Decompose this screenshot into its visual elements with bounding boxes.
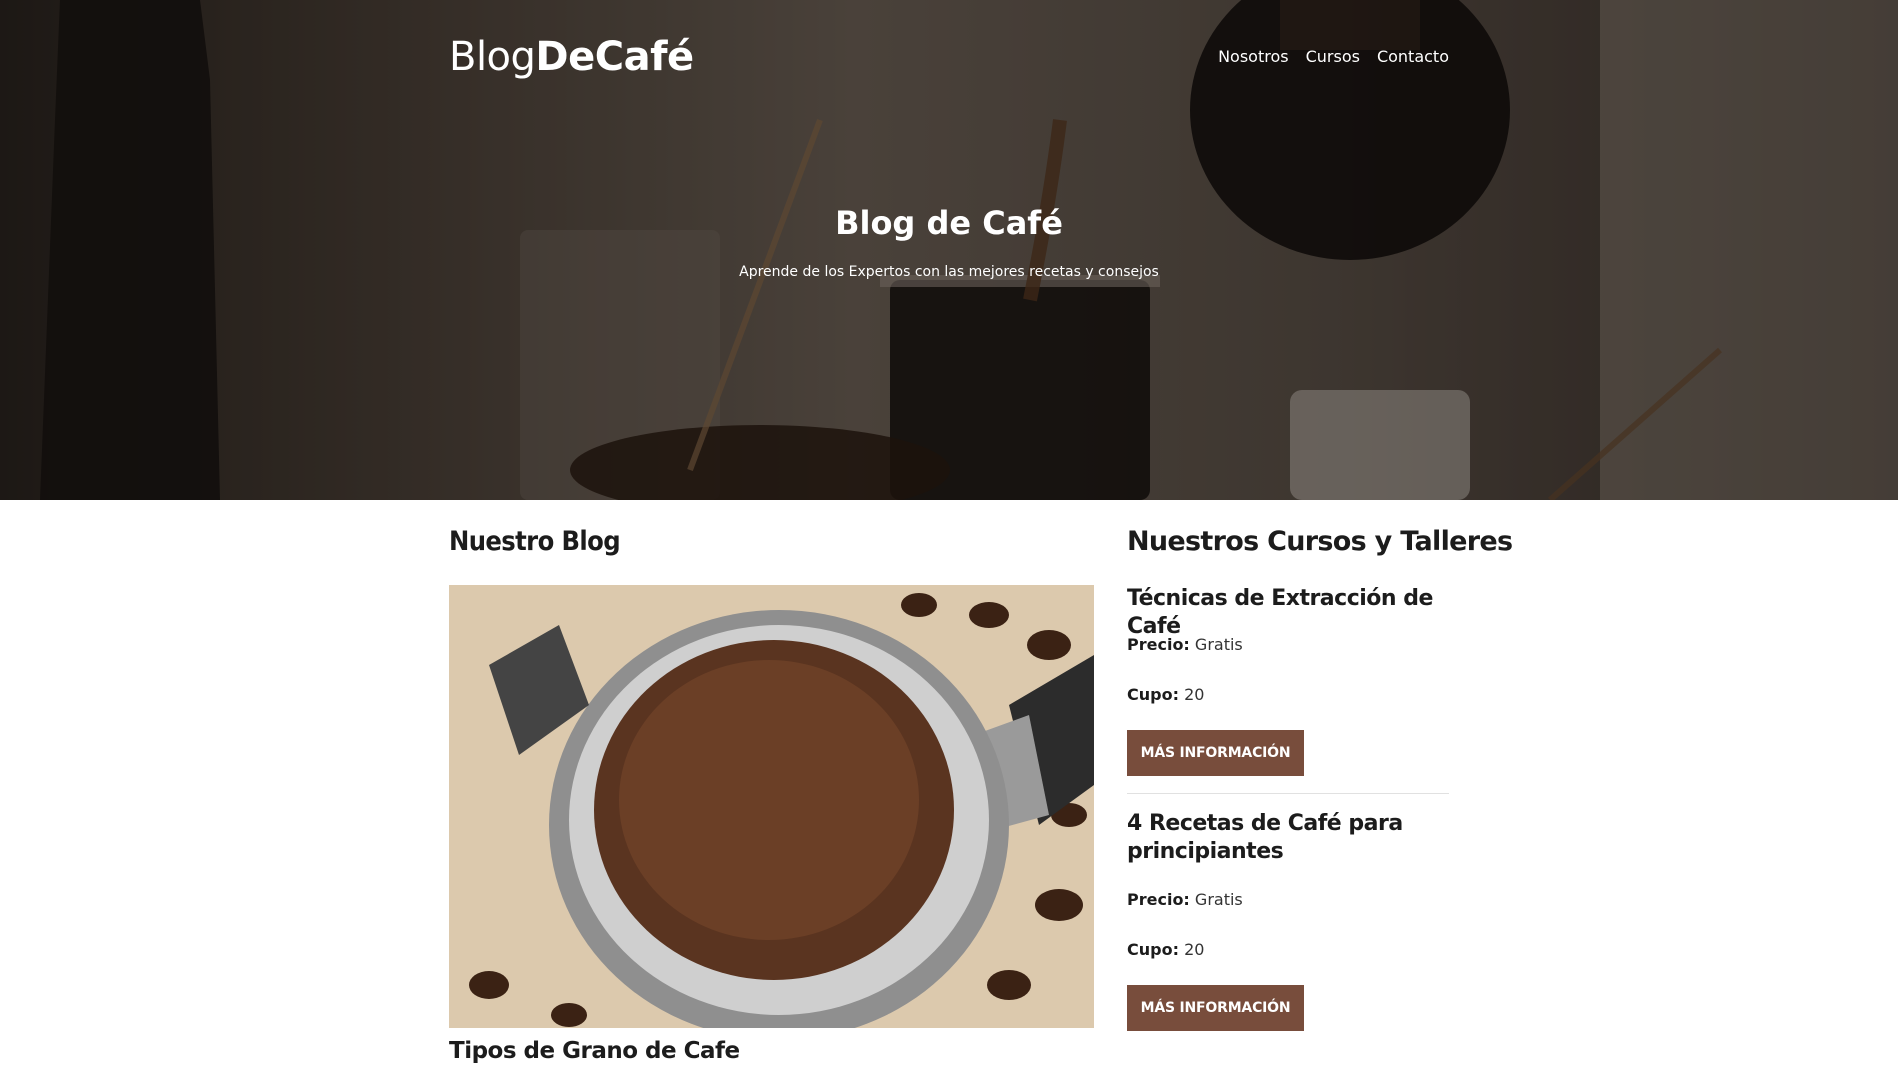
hero-title: Blog de Café [835,204,1063,242]
course-card: Técnicas de Extracción de Café Precio: G… [1127,585,1449,776]
main-content: Nuestro Blog Tipos de Grano de Cafe Nues… [449,500,1513,1080]
course-quota: Cupo: 20 [1127,940,1204,959]
site-logo[interactable]: BlogDeCafé [449,34,694,80]
more-info-button[interactable]: MÁS INFORMACIÓN [1127,730,1304,776]
course-divider [1127,793,1449,794]
logo-text-light: Blog [449,34,536,80]
hero-subtitle: Aprende de los Expertos con las mejores … [739,264,1159,280]
more-info-button[interactable]: MÁS INFORMACIÓN [1127,985,1304,1031]
course-price: Precio: Gratis [1127,635,1243,654]
course-title: 4 Recetas de Café para principiantes [1127,811,1403,864]
blog-heading: Nuestro Blog [449,526,621,557]
quota-value: 20 [1184,685,1205,704]
main-nav: Nosotros Cursos Contacto [1218,47,1449,66]
nav-link-cursos[interactable]: Cursos [1306,47,1360,66]
price-label: Precio: [1127,890,1190,909]
price-value: Gratis [1194,890,1243,909]
course-title: Técnicas de Extracción de Café [1127,586,1433,639]
quota-value: 20 [1184,940,1205,959]
course-card: 4 Recetas de Café para principiantes Pre… [1127,810,1449,1031]
courses-heading: Nuestros Cursos y Talleres [1127,526,1513,557]
quota-label: Cupo: [1127,685,1179,704]
blog-post-image[interactable] [449,585,1094,1028]
price-label: Precio: [1127,635,1190,654]
course-quota: Cupo: 20 [1127,685,1204,704]
blog-post-title[interactable]: Tipos de Grano de Cafe [449,1038,740,1064]
logo-text-bold: DeCafé [535,34,694,80]
price-value: Gratis [1194,635,1243,654]
hero-header: BlogDeCafé Nosotros Cursos Contacto Blog… [0,0,1898,500]
nav-link-nosotros[interactable]: Nosotros [1218,47,1289,66]
course-price: Precio: Gratis [1127,890,1243,909]
nav-link-contacto[interactable]: Contacto [1377,47,1449,66]
quota-label: Cupo: [1127,940,1179,959]
